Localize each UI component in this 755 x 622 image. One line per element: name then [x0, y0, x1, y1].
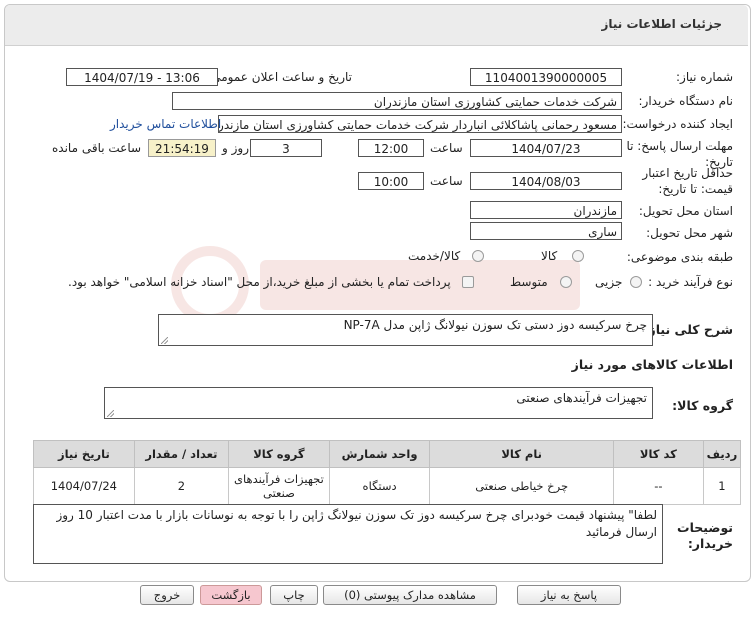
- days-label: روز و: [222, 141, 249, 155]
- col-group-header: گروه کالا: [228, 440, 330, 468]
- buyer-label: نام دستگاه خریدار:: [638, 94, 734, 108]
- panel-header: جزئیات اطلاعات نیاز: [5, 5, 748, 46]
- validity-time-label: ساعت: [430, 174, 463, 188]
- deadline-date-field: 1404/07/23: [470, 139, 622, 157]
- back-button[interactable]: بازگشت: [200, 585, 262, 605]
- cell-date: 1404/07/24: [33, 467, 135, 505]
- treasury-payment-checkbox[interactable]: [462, 276, 474, 288]
- col-qty-header: تعداد / مقدار: [133, 440, 230, 468]
- category-label: طبقه بندی موضوعی:: [626, 250, 733, 264]
- resize-grip-icon[interactable]: [161, 337, 168, 344]
- summary-textarea: چرخ سرکیسه دوز دستی تک سوزن نیولانگ ژاپن…: [158, 314, 653, 346]
- deadline-label-1: مهلت ارسال پاسخ: تا: [626, 139, 733, 153]
- goods-group-textarea: تجهیزات فرآیندهای صنعتی: [104, 387, 653, 419]
- buyer-notes-label-2: خریدار:: [687, 536, 733, 551]
- goods-section-title: اطلاعات کالاهای مورد نیاز: [571, 357, 733, 372]
- need-number-label: شماره نیاز:: [676, 70, 733, 84]
- buyer-notes-text: لطفا" پیشنهاد قیمت خودبرای چرخ سرکیسه دو…: [56, 508, 657, 539]
- deadline-time-label: ساعت: [430, 141, 463, 155]
- process-medium-radio[interactable]: [560, 276, 572, 288]
- goods-group-label: گروه کالا:: [672, 398, 733, 413]
- items-table: ردیف کد کالا نام کالا واحد شمارش گروه کا…: [33, 440, 742, 505]
- col-date-header: تاریخ نیاز: [33, 440, 135, 468]
- table-row: 1 -- چرخ خیاطی صنعتی دستگاه تجهیزات فرآی…: [33, 467, 742, 505]
- col-row-header: ردیف: [702, 440, 742, 468]
- validity-time-field: 10:00: [358, 172, 424, 190]
- cell-unit: دستگاه: [328, 467, 431, 505]
- time-remaining-field: 21:54:19: [148, 139, 216, 157]
- process-minor-radio[interactable]: [630, 276, 642, 288]
- cell-group: تجهیزات فرآیندهای صنعتی: [228, 467, 330, 505]
- buyer-notes-textarea: لطفا" پیشنهاد قیمت خودبرای چرخ سرکیسه دو…: [33, 504, 663, 564]
- process-type-label: نوع فرآیند خرید :: [648, 275, 733, 289]
- resize-grip-icon[interactable]: [107, 410, 114, 417]
- creator-field: مسعود رحمانی پاشاکلائی انباردار شرکت خدم…: [218, 115, 622, 133]
- announce-field: 1404/07/19 - 13:06: [66, 68, 218, 86]
- cell-code: --: [612, 467, 704, 505]
- city-field: ساری: [470, 222, 622, 240]
- validity-label-1: حداقل تاریخ اعتبار: [642, 166, 733, 180]
- process-medium-label: متوسط: [510, 275, 548, 289]
- validity-date-field: 1404/08/03: [470, 172, 622, 190]
- goods-group-text: تجهیزات فرآیندهای صنعتی: [516, 391, 647, 405]
- province-label: استان محل تحویل:: [638, 204, 733, 218]
- time-remaining-label: ساعت باقی مانده: [52, 141, 142, 155]
- page-title: جزئیات اطلاعات نیاز: [601, 17, 722, 31]
- validity-label-2: قیمت: تا تاریخ:: [658, 182, 733, 196]
- days-remaining-field: 3: [250, 139, 322, 157]
- summary-label: شرح کلی نیاز:: [643, 322, 733, 337]
- print-button[interactable]: چاپ: [270, 585, 318, 605]
- table-header-row: ردیف کد کالا نام کالا واحد شمارش گروه کا…: [33, 440, 742, 468]
- col-code-header: کد کالا: [612, 440, 704, 468]
- summary-text: چرخ سرکیسه دوز دستی تک سوزن نیولانگ ژاپن…: [343, 318, 647, 332]
- exit-button[interactable]: خروج: [140, 585, 194, 605]
- need-number-field: 1104001390000005: [470, 68, 622, 86]
- cell-row: 1: [702, 467, 742, 505]
- category-goods-radio[interactable]: [572, 250, 584, 262]
- col-unit-header: واحد شمارش: [328, 440, 431, 468]
- attachments-button[interactable]: مشاهده مدارک پیوستی (0): [323, 585, 497, 605]
- cell-qty: 2: [133, 467, 230, 505]
- buyer-field: شرکت خدمات حمایتی کشاورزی استان مازندران: [172, 92, 622, 110]
- city-label: شهر محل تحویل:: [646, 226, 733, 240]
- process-minor-label: جزیی: [595, 275, 623, 289]
- buyer-contact-link[interactable]: اطلاعات تماس خریدار: [110, 117, 221, 131]
- category-goods-service-label: کالا/خدمت: [408, 249, 461, 263]
- cell-name: چرخ خیاطی صنعتی: [429, 467, 614, 505]
- province-field: مازندران: [470, 201, 622, 219]
- category-goods-service-radio[interactable]: [472, 250, 484, 262]
- col-name-header: نام کالا: [429, 440, 614, 468]
- creator-label: ایجاد کننده درخواست:: [622, 117, 733, 131]
- treasury-payment-note: پرداخت تمام یا بخشی از مبلغ خرید،از محل …: [68, 275, 451, 289]
- buyer-notes-label-1: توضیحات: [677, 520, 733, 535]
- deadline-time-field: 12:00: [358, 139, 424, 157]
- announce-label: تاریخ و ساعت اعلان عمومی:: [207, 70, 352, 84]
- category-goods-label: کالا: [541, 249, 558, 263]
- reply-button[interactable]: پاسخ به نیاز: [517, 585, 621, 605]
